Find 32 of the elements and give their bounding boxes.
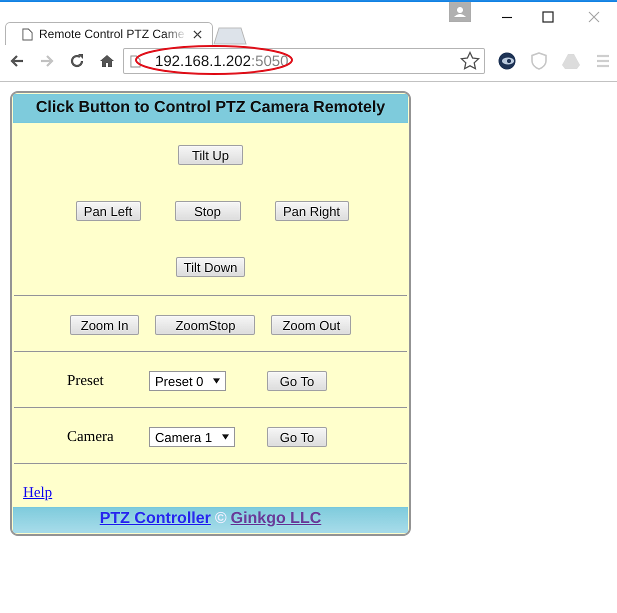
copyright-symbol: © bbox=[214, 510, 227, 527]
footer-link[interactable]: Ginkgo LLC bbox=[230, 510, 322, 527]
control-button[interactable]: Pan Left bbox=[76, 201, 140, 221]
control-button[interactable]: Stop bbox=[174, 201, 240, 221]
browser-tab[interactable]: Remote Control PTZ Came bbox=[5, 22, 213, 45]
zoom-button[interactable]: Zoom Out bbox=[271, 315, 352, 335]
caret-icon bbox=[222, 434, 230, 440]
control-button[interactable]: Tilt Down bbox=[176, 257, 246, 277]
control-button[interactable]: Tilt Up bbox=[178, 145, 243, 165]
go-to-button[interactable]: Go To bbox=[267, 427, 327, 447]
footer-link[interactable]: PTZ Controller bbox=[100, 510, 211, 527]
panel-header: Click Button to Control PTZ Camera Remotely bbox=[13, 94, 408, 123]
dropdown[interactable]: Preset 0 bbox=[149, 371, 226, 391]
home-icon[interactable] bbox=[99, 53, 115, 69]
page-icon bbox=[22, 28, 33, 40]
dropdown[interactable]: Camera 1 bbox=[149, 427, 236, 447]
selector-label: Preset bbox=[67, 372, 105, 390]
selector-label: Camera bbox=[67, 428, 115, 446]
maximize-icon[interactable] bbox=[541, 10, 555, 24]
zoom-button[interactable]: ZoomStop bbox=[155, 315, 256, 335]
go-to-button[interactable]: Go To bbox=[267, 371, 327, 391]
close-icon[interactable] bbox=[193, 30, 202, 38]
back-icon[interactable] bbox=[9, 53, 25, 69]
address-bar[interactable]: 192.168.1.202:5050 bbox=[123, 48, 485, 74]
caret-icon bbox=[213, 378, 220, 384]
control-button[interactable]: Pan Right bbox=[274, 201, 348, 221]
zoom-button[interactable]: Zoom In bbox=[70, 315, 140, 335]
star-icon[interactable] bbox=[460, 51, 480, 71]
tab-title: Remote Control PTZ Came bbox=[39, 27, 186, 41]
help-link[interactable]: Help bbox=[23, 485, 52, 501]
url-text: 192.168.1.202:5050 bbox=[155, 52, 288, 70]
reload-icon[interactable] bbox=[69, 53, 85, 69]
